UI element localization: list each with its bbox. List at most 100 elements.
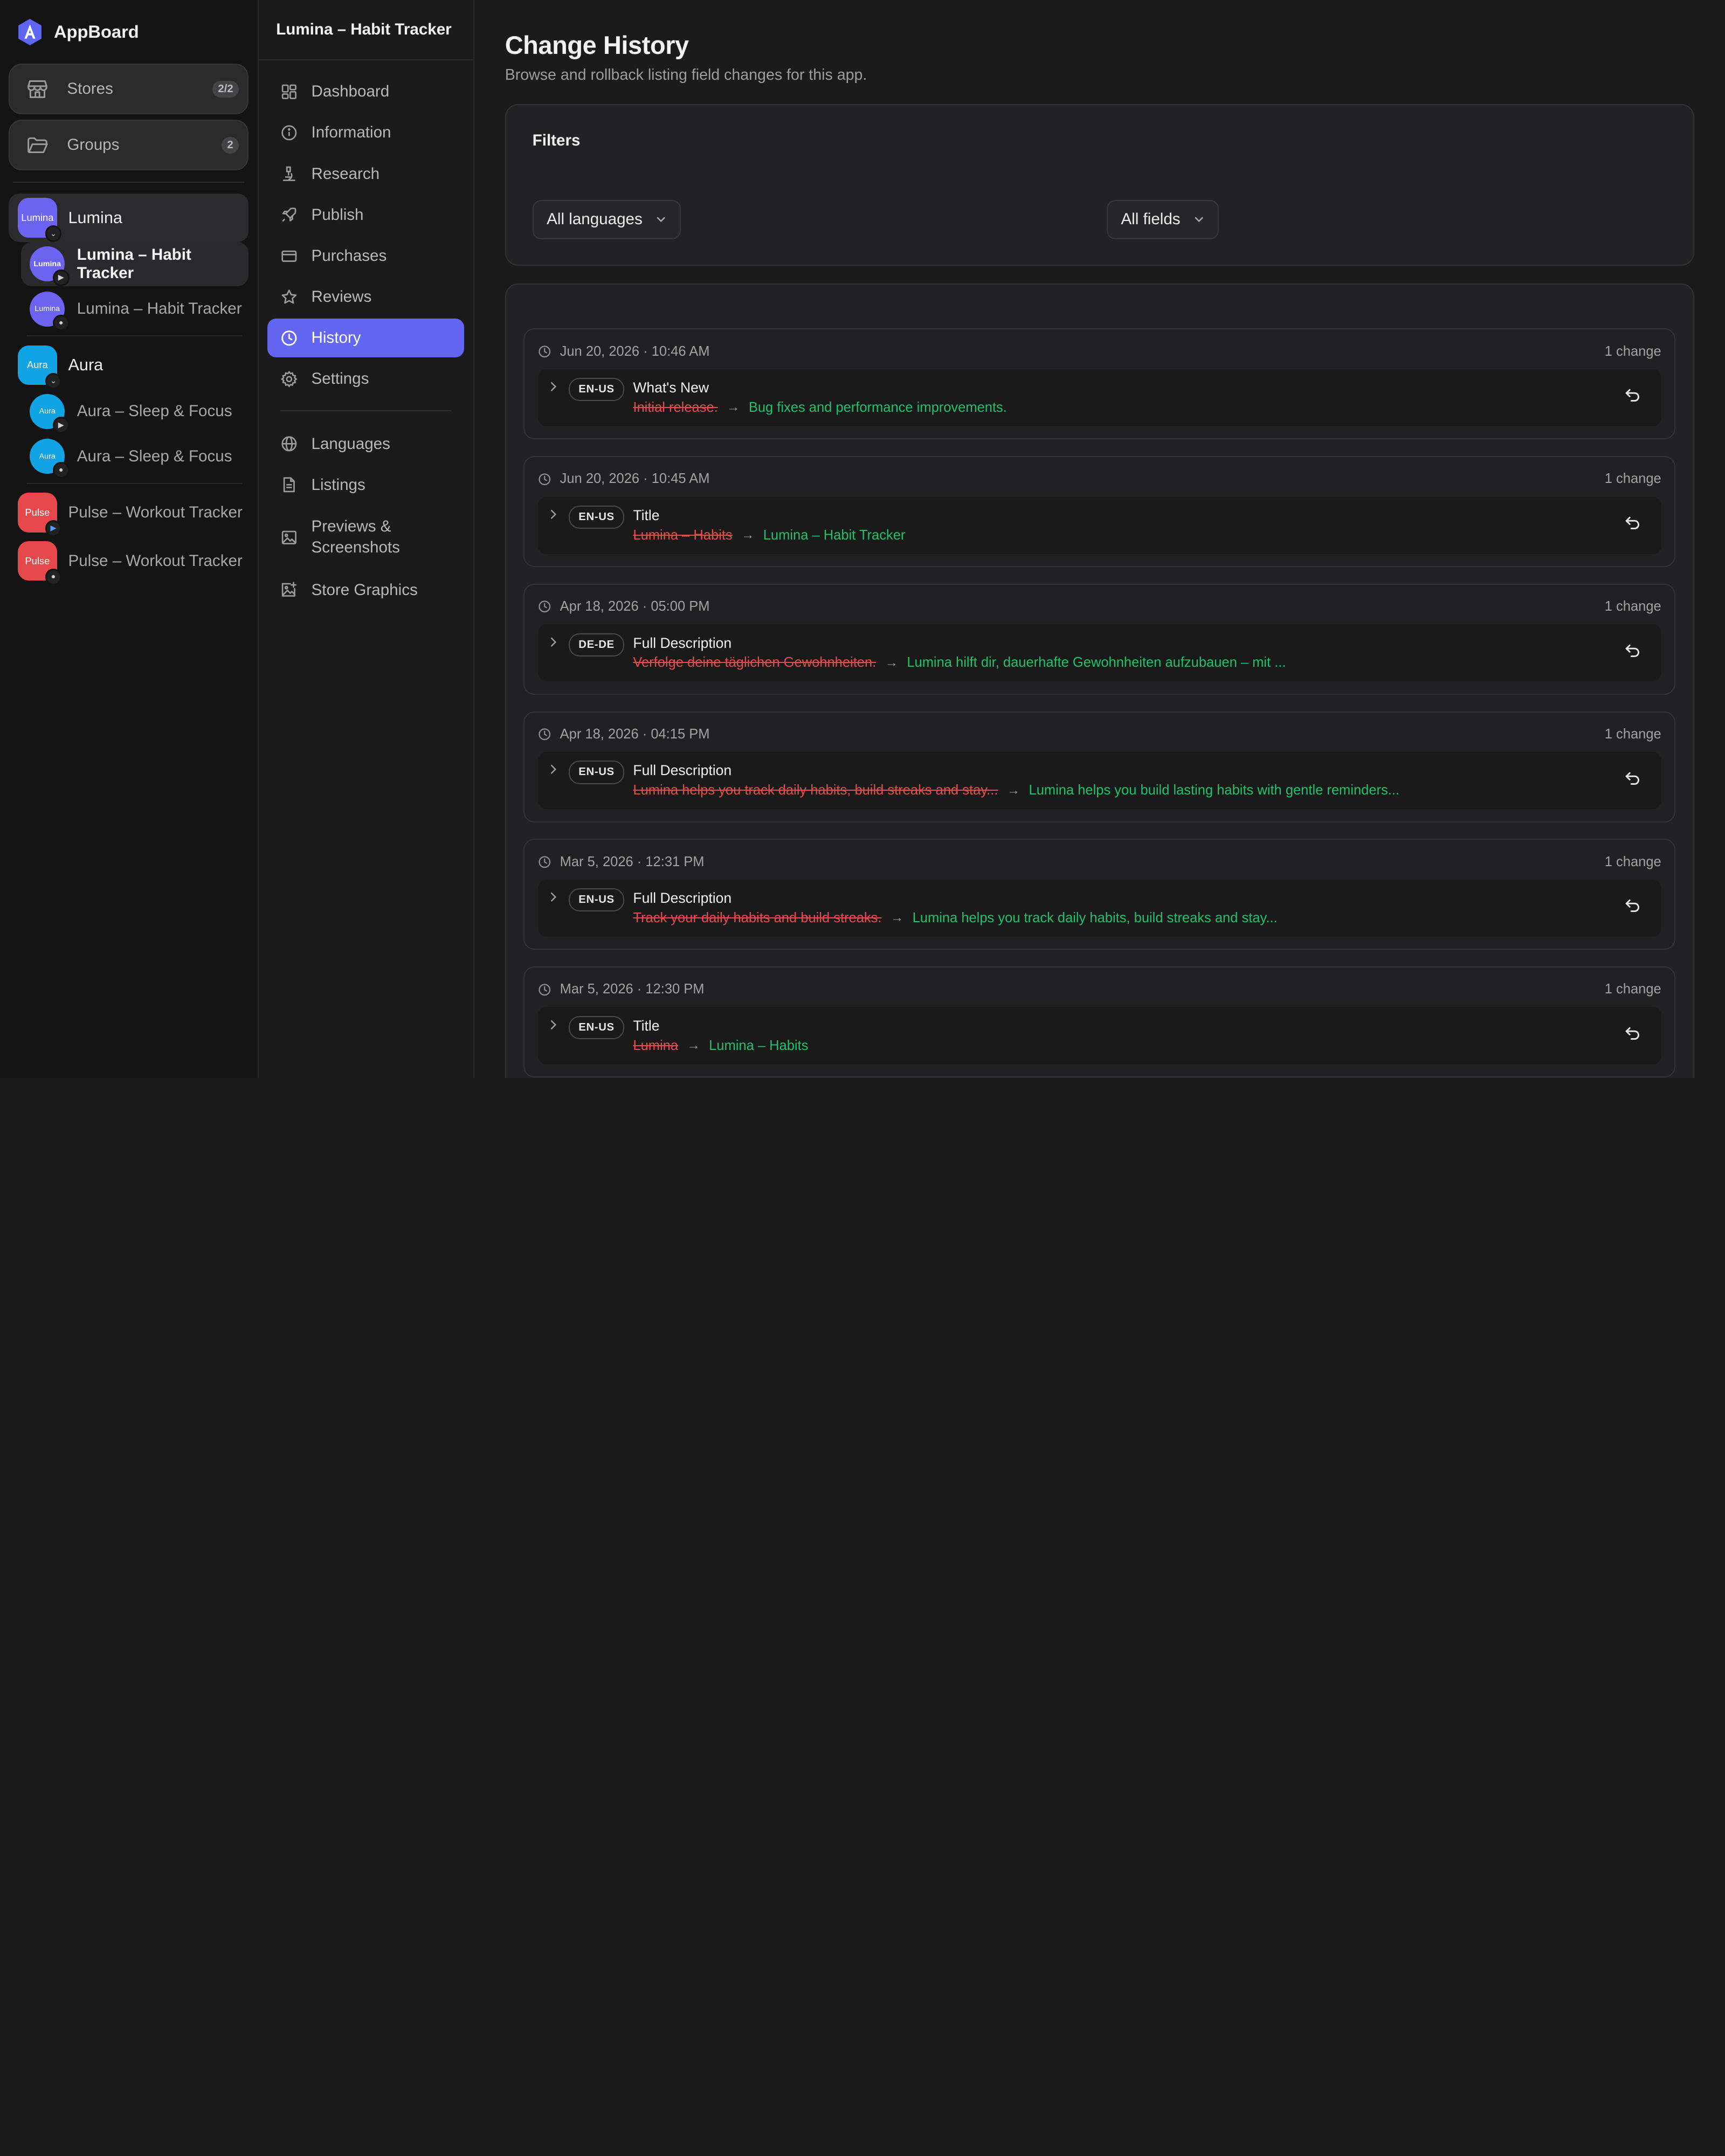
chevron-right-icon[interactable]: [547, 890, 560, 903]
aura-group-thumb: Aura ⌄: [17, 345, 62, 390]
change-row[interactable]: EN-US Title Lumina – Habits → Lumina – H…: [537, 496, 1661, 554]
arrow-right-icon: →: [741, 528, 755, 543]
subnav-item-purchases[interactable]: Purchases: [267, 237, 464, 275]
store-icon: [27, 80, 47, 98]
history-entry: Mar 5, 2026 · 12:31 PM 1 change EN-US Fu…: [523, 839, 1676, 950]
change-row[interactable]: EN-US Full Description Lumina helps you …: [537, 751, 1661, 810]
filters-card: Filters All languages All fields: [505, 104, 1694, 266]
new-value: Lumina – Habit Tracker: [763, 527, 906, 543]
new-value: Lumina helps you build lasting habits wi…: [1029, 783, 1399, 798]
subnav-item-languages[interactable]: Languages: [267, 425, 464, 463]
entry-timestamp: Mar 5, 2026 · 12:30 PM: [560, 982, 705, 997]
app-aura-ios[interactable]: Aura ● Aura – Sleep & Focus: [21, 434, 249, 479]
new-value: Lumina – Habits: [709, 1038, 809, 1053]
subnav-item-settings[interactable]: Settings: [267, 360, 464, 398]
clock-icon: [539, 600, 550, 613]
chevron-down-icon[interactable]: ⌄: [45, 225, 62, 242]
subnav-item-history[interactable]: History: [267, 319, 465, 357]
document-icon: [284, 477, 295, 493]
app-pulse-ios[interactable]: Pulse ● Pulse – Workout Tracker: [9, 537, 249, 585]
rollback-icon[interactable]: [1624, 1025, 1641, 1042]
arrow-right-icon: →: [1006, 783, 1020, 798]
subnav-item-research[interactable]: Research: [267, 155, 464, 193]
rollback-icon[interactable]: [1624, 386, 1641, 404]
language-select[interactable]: All languages: [532, 199, 681, 240]
subnav-item-previews[interactable]: Previews & Screenshots: [267, 507, 464, 568]
field-select[interactable]: All fields: [1106, 199, 1219, 240]
subnav-item-publish[interactable]: Publish: [267, 196, 464, 234]
clock-icon: [281, 330, 297, 346]
info-icon: [281, 125, 297, 141]
groups-button[interactable]: Groups 2: [9, 120, 249, 171]
google-play-icon: ▶: [45, 520, 62, 537]
subnav-item-label: Purchases: [311, 246, 387, 265]
rollback-icon[interactable]: [1624, 514, 1641, 532]
chevron-down-icon[interactable]: ⌄: [45, 372, 62, 390]
change-row[interactable]: EN-US What's New Initial release. → Bug …: [537, 369, 1661, 426]
rollback-icon[interactable]: [1624, 770, 1641, 787]
subnav-item-dashboard[interactable]: Dashboard: [267, 73, 464, 111]
field-select-value: All fields: [1121, 210, 1181, 229]
change-row[interactable]: EN-US Title Lumina → Lumina – Habits: [537, 1007, 1661, 1065]
entry-timestamp: Jun 20, 2026 · 10:46 AM: [560, 343, 710, 359]
microscope-icon: [283, 167, 296, 182]
language-badge: EN-US: [568, 761, 625, 784]
change-row[interactable]: DE-DE Full Description Verfolge deine tä…: [537, 624, 1661, 682]
field-name: Full Description: [633, 762, 732, 779]
lumina-app-thumb-text: Lumina: [33, 259, 61, 268]
entry-change-count: 1 change: [1604, 726, 1661, 742]
pulse-app-thumb: Pulse ▶: [17, 493, 62, 537]
rollback-icon[interactable]: [1624, 897, 1641, 915]
chevron-right-icon[interactable]: [547, 763, 560, 776]
old-value: Initial release.: [633, 399, 718, 415]
field-name: Full Description: [633, 634, 732, 651]
subnav-item-label: Previews & Screenshots: [311, 517, 400, 557]
chevron-right-icon[interactable]: [547, 1018, 560, 1031]
rollback-icon[interactable]: [1624, 642, 1641, 660]
aura-app-thumb: Aura ●: [30, 439, 70, 479]
subnav-item-label: History: [311, 329, 361, 347]
app-lumina-android[interactable]: Lumina ▶ Lumina – Habit Tracker: [20, 241, 249, 286]
app-pulse-android[interactable]: Pulse ▶ Pulse – Workout Tracker: [9, 488, 249, 537]
subnav-item-label: Listings: [311, 475, 365, 494]
entry-timestamp: Apr 18, 2026 · 04:15 PM: [560, 726, 710, 742]
subnav-title: Lumina – Habit Tracker: [258, 0, 473, 61]
chevron-right-icon[interactable]: [547, 380, 560, 393]
app-aura-android[interactable]: Aura ▶ Aura – Sleep & Focus: [21, 389, 249, 433]
app-lumina-ios[interactable]: Lumina ● Lumina – Habit Tracker: [21, 287, 249, 331]
subnav-item-label: Publish: [311, 205, 364, 224]
lumina-app-thumb: Lumina ●: [30, 291, 70, 331]
arrow-right-icon: →: [885, 655, 899, 670]
clock-icon: [539, 345, 550, 358]
aura-app-thumb: Aura ▶: [30, 393, 70, 433]
subnav-item-reviews[interactable]: Reviews: [267, 278, 464, 316]
app-aura-android-label: Aura – Sleep & Focus: [77, 402, 232, 420]
subnav-item-information[interactable]: Information: [267, 114, 464, 152]
language-badge: EN-US: [568, 505, 625, 529]
subnav-item-listings[interactable]: Listings: [267, 466, 464, 504]
stores-label: Stores: [67, 80, 113, 98]
change-row[interactable]: EN-US Full Description Track your daily …: [537, 879, 1661, 937]
groups-label: Groups: [67, 136, 120, 154]
group-divider: [26, 482, 243, 484]
group-aura[interactable]: Aura ⌄ Aura: [9, 341, 249, 390]
app-subnav: Lumina – Habit Tracker Dashboard Informa…: [258, 0, 474, 1078]
field-name: Title: [633, 507, 660, 523]
language-select-value: All languages: [547, 210, 643, 229]
entry-timestamp: Jun 20, 2026 · 10:45 AM: [560, 471, 710, 487]
language-badge: EN-US: [568, 888, 625, 912]
groups-count-badge: 2: [222, 136, 239, 154]
apple-icon: ●: [52, 462, 70, 479]
brand[interactable]: AppBoard: [9, 0, 249, 64]
chevron-right-icon[interactable]: [547, 635, 560, 648]
aura-thumb-text: Aura: [26, 359, 48, 371]
chevron-right-icon[interactable]: [547, 508, 560, 521]
history-list: Jun 20, 2026 · 10:46 AM 1 change EN-US W…: [505, 283, 1694, 1078]
old-value: Verfolge deine täglichen Gewohnheiten.: [633, 655, 877, 671]
subnav-item-store-graphics[interactable]: Store Graphics: [267, 571, 464, 609]
stores-button[interactable]: Stores 2/2: [9, 64, 249, 115]
subnav-item-label: Reviews: [311, 287, 372, 306]
group-lumina[interactable]: Lumina ⌄ Lumina: [9, 194, 249, 242]
old-value: Lumina: [633, 1038, 679, 1053]
app-aura-ios-label: Aura – Sleep & Focus: [77, 447, 232, 465]
